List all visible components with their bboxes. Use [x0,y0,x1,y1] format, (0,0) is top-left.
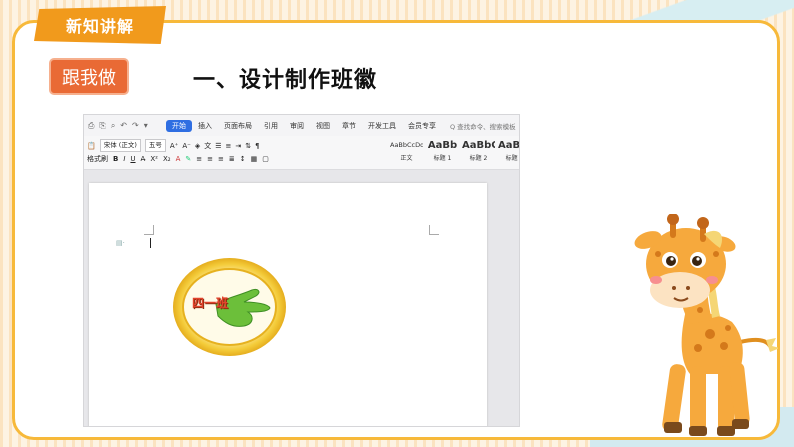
document-page[interactable]: ▤· 四一班 [89,183,487,426]
clear-format-icon[interactable]: ◈ [195,142,200,150]
superscript-icon[interactable]: X² [150,155,158,163]
menu-bar: ⎙ ⎘ ⌕ ↶ ↷ ▾ 开始 插入 页面布局 引用 审阅 视图 章节 开发工具 … [84,115,519,136]
tab-references[interactable]: 引用 [258,120,284,132]
style-normal[interactable]: AaBbCcDd 正文 [390,138,423,162]
print-icon[interactable]: ⎘ [99,121,105,131]
underline-icon[interactable]: U [130,155,135,163]
align-right-icon[interactable]: ≡ [218,155,224,163]
bold-icon[interactable]: B [113,155,118,163]
style-sample: AaBbC [462,140,495,151]
style-heading-1[interactable]: AaBb 标题 1 [426,138,459,162]
save-icon[interactable]: ⎙ [88,121,94,131]
tab-developer[interactable]: 开发工具 [362,120,402,132]
italic-icon[interactable]: I [123,155,125,163]
style-label: 标题 3 [505,155,519,162]
style-sample: AaBbC [498,140,520,151]
wps-screenshot: ⎙ ⎘ ⌕ ↶ ↷ ▾ 开始 插入 页面布局 引用 审阅 视图 章节 开发工具 … [83,114,520,427]
section-tag: 新知讲解 [34,6,166,44]
shrink-font-icon[interactable]: A⁻ [182,142,190,150]
tab-insert[interactable]: 插入 [192,120,218,132]
style-gallery: AaBbCcDd 正文 AaBb 标题 1 AaBbC 标题 2 AaBbC 标… [390,138,520,162]
paste-icon[interactable]: 📋 [87,142,96,150]
indent-icon[interactable]: ⇥ [235,142,241,150]
tab-view[interactable]: 视图 [310,120,336,132]
format-painter-label[interactable]: 格式刷 [87,154,108,164]
text-cursor [150,238,151,248]
badge-inner-ellipse: 四一班 [182,268,277,346]
line-spacing-icon[interactable]: ↕ [240,155,246,163]
highlight-icon[interactable]: ✎ [185,155,191,163]
redo-icon[interactable]: ↷ [132,121,139,131]
number-list-icon[interactable]: ≡ [226,142,232,150]
align-left-icon[interactable]: ≡ [196,155,202,163]
style-label: 标题 1 [433,155,452,162]
undo-icon[interactable]: ↶ [120,121,127,131]
font-size-select[interactable]: 五号 [144,139,166,152]
quick-access-toolbar: ⎙ ⎘ ⌕ ↶ ↷ ▾ [88,121,166,131]
grow-font-icon[interactable]: A⁺ [170,142,178,150]
class-badge[interactable]: 四一班 [173,258,286,356]
dropdown-icon[interactable]: ▾ [144,121,148,131]
sort-icon[interactable]: ⇅ [245,142,251,150]
follow-button[interactable]: 跟我做 [49,58,129,95]
paragraph-icon: ▤· [116,239,125,247]
style-label: 标题 2 [469,155,488,162]
style-heading-2[interactable]: AaBbC 标题 2 [462,138,495,162]
font-name-select[interactable]: 宋体 (正文) [99,139,141,152]
margin-mark [429,225,439,235]
preview-icon[interactable]: ⌕ [111,121,115,131]
style-heading-3[interactable]: AaBbC 标题 3 [498,138,520,162]
style-sample: AaBbCcDd [390,141,423,149]
style-sample: AaBb [427,140,458,151]
phonetic-icon[interactable]: 文 [204,141,211,151]
badge-text: 四一班 [192,296,229,310]
margin-mark [144,225,154,235]
tab-home[interactable]: 开始 [166,119,192,132]
section-tag-label: 新知讲解 [65,17,134,36]
bullet-list-icon[interactable]: ☰ [215,142,221,150]
subscript-icon[interactable]: X₂ [163,155,171,163]
border-icon[interactable]: ▢ [262,155,269,163]
tab-review[interactable]: 审阅 [284,120,310,132]
shading-icon[interactable]: ▦ [251,155,258,163]
justify-icon[interactable]: ≣ [229,155,235,163]
align-center-icon[interactable]: ≡ [207,155,213,163]
search-command[interactable]: Q 查找命令、搜索模板 [450,121,516,131]
show-marks-icon[interactable]: ¶ [255,142,259,150]
tab-page-layout[interactable]: 页面布局 [218,120,258,132]
style-label: 正文 [400,155,413,162]
font-color-icon[interactable]: A [176,155,181,163]
strikethrough-icon[interactable]: A̶ [141,155,146,163]
tab-sections[interactable]: 章节 [336,120,362,132]
giraffe-illustration [634,214,778,436]
ribbon: 📋 宋体 (正文) 五号 A⁺ A⁻ ◈ 文 ☰ ≡ ⇥ ⇅ ¶ 格式刷 B I… [84,136,519,170]
tab-member[interactable]: 会员专享 [402,120,442,132]
slide-title: 一、设计制作班徽 [193,68,378,93]
